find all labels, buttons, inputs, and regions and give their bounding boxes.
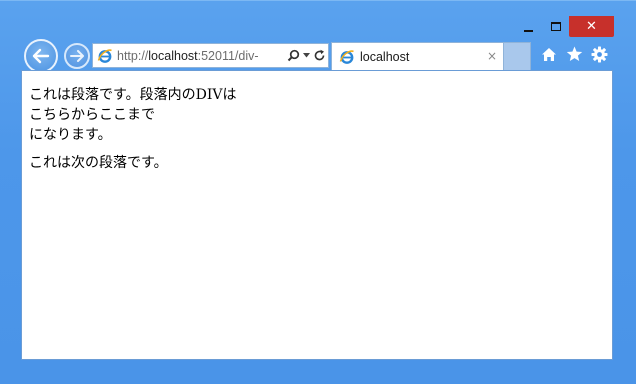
favorites-button[interactable]: [564, 44, 584, 64]
paragraph-2: これは次の段落です。: [29, 155, 168, 171]
dropdown-button[interactable]: [303, 44, 310, 67]
paragraph-1: これは段落です。段落内のDIVは こちらからここまで になります。: [29, 85, 612, 145]
minimize-button[interactable]: [519, 16, 537, 37]
maximize-icon: [551, 22, 561, 31]
div-line-1: こちらからここまで: [29, 107, 155, 123]
tab-localhost[interactable]: localhost ×: [331, 42, 504, 71]
address-bar[interactable]: http://localhost:52011/div-: [92, 43, 329, 68]
paragraph-1-text: これは段落です。段落内のDIVは: [29, 87, 237, 103]
div-line-2: になります。: [29, 127, 112, 143]
search-icon: [287, 49, 300, 62]
home-icon: [542, 47, 556, 61]
refresh-button[interactable]: [313, 44, 326, 67]
tab-title: localhost: [360, 50, 410, 64]
close-button[interactable]: ✕: [569, 16, 614, 37]
back-button[interactable]: [24, 39, 58, 73]
page-content: これは段落です。段落内のDIVは こちらからここまで になります。 これは次の段…: [21, 70, 613, 360]
forward-button[interactable]: [64, 43, 90, 69]
ie-tab-icon: [339, 50, 354, 64]
address-rest: :52011/div-: [197, 48, 259, 63]
settings-gear-icon: [591, 46, 607, 62]
window-top-edge: [0, 0, 636, 1]
settings-button[interactable]: [589, 44, 609, 64]
document-body: これは段落です。段落内のDIVは こちらからここまで になります。 これは次の段…: [22, 71, 612, 173]
address-text[interactable]: http://localhost:52011/div-: [117, 49, 277, 63]
address-host: localhost: [148, 48, 198, 63]
refresh-icon: [314, 49, 325, 61]
back-arrow-icon: [32, 48, 50, 64]
address-tools: [287, 44, 326, 67]
new-tab-button[interactable]: [504, 42, 531, 71]
minimize-icon: [523, 30, 533, 32]
dropdown-icon: [303, 53, 310, 58]
favorites-star-icon: [566, 46, 582, 61]
browser-window: ✕ http://localhost:52011/div- localhost …: [0, 0, 636, 384]
maximize-button[interactable]: [547, 16, 565, 37]
close-icon: ✕: [586, 19, 597, 34]
tab-close-icon[interactable]: ×: [487, 49, 497, 63]
search-button[interactable]: [287, 44, 300, 67]
address-scheme: http://: [117, 48, 149, 63]
forward-arrow-icon: [70, 50, 84, 62]
home-button[interactable]: [539, 44, 559, 64]
ie-page-icon: [97, 48, 112, 63]
